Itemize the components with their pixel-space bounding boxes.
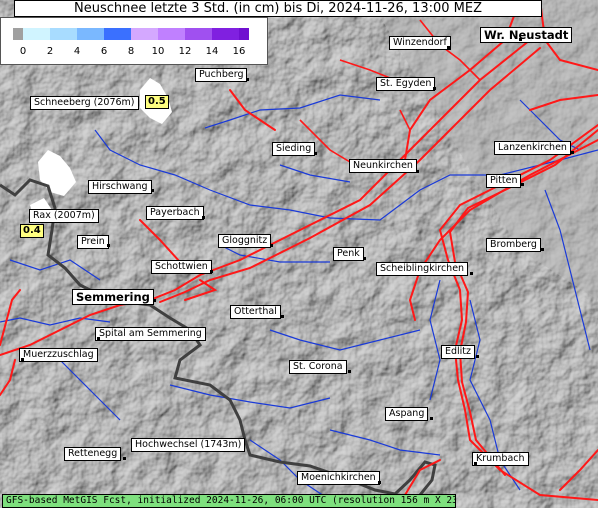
place-label-schottwien: Schottwien: [151, 260, 212, 274]
snowfall-map: Neuschnee letzte 3 Std. (in cm) bis Di, …: [0, 0, 598, 508]
marker-prein: [107, 244, 110, 247]
legend-tick-label: 6: [100, 46, 108, 57]
legend-swatch: [158, 28, 185, 40]
legend-swatch: [77, 28, 104, 40]
snow-value-schneeberg: 0.5: [145, 95, 169, 109]
marker-otterthal: [281, 315, 284, 318]
marker-st-egyden: [433, 87, 436, 90]
model-info-footer: GFS-based MetGIS Fcst, initialized 2024-…: [2, 494, 456, 508]
marker-krumbach: [474, 462, 477, 465]
legend-color-bar: [13, 28, 249, 40]
marker-aspang: [430, 417, 433, 420]
legend-tick-label: 2: [46, 46, 54, 57]
marker-gloggnitz: [270, 244, 273, 247]
place-label-sieding: Sieding: [272, 142, 316, 156]
legend-above-swatch: [239, 28, 249, 40]
place-label-bromberg: Bromberg: [486, 238, 541, 252]
place-label-st-corona: St. Corona: [289, 360, 347, 374]
legend-tick-label: 8: [127, 46, 135, 57]
place-label-aspang: Aspang: [385, 407, 429, 421]
legend-swatch: [212, 28, 239, 40]
marker-pitten: [521, 183, 524, 186]
marker-semmering: [153, 299, 156, 302]
map-title: Neuschnee letzte 3 Std. (in cm) bis Di, …: [14, 0, 542, 17]
marker-moenichkirchen: [378, 481, 381, 484]
place-label-penk: Penk: [333, 247, 364, 261]
legend-swatch: [131, 28, 158, 40]
place-label-otterthal: Otterthal: [230, 305, 281, 319]
legend-tick-label: 0: [19, 46, 27, 57]
place-label-wr-neustadt: Wr. Neustadt: [480, 27, 573, 43]
marker-sieding: [314, 152, 317, 155]
color-legend: 0 2 4 6 8 10 12 14 16: [0, 17, 268, 65]
legend-tick-label: 16: [232, 46, 246, 57]
marker-schottwien: [210, 270, 213, 273]
place-label-krumbach: Krumbach: [472, 452, 529, 466]
marker-edlitz: [476, 355, 479, 358]
marker-muerzzuschlag: [21, 358, 24, 361]
marker-penk: [363, 257, 366, 260]
marker-st-corona: [348, 370, 351, 373]
terrain-layer: [0, 0, 598, 508]
legend-tick-label: 10: [151, 46, 165, 57]
legend-tick-label: 14: [205, 46, 219, 57]
place-label-scheiblingkirchen: Scheiblingkirchen: [376, 262, 469, 276]
marker-hirschwang: [151, 189, 154, 192]
place-label-edlitz: Edlitz: [441, 345, 476, 359]
marker-payerbach: [202, 216, 205, 219]
place-label-muerzzuschlag: Muerzzuschlag: [19, 348, 98, 362]
place-label-pitten: Pitten: [486, 174, 522, 188]
marker-puchberg: [246, 78, 249, 81]
legend-tick-label: 12: [178, 46, 192, 57]
legend-below-swatch: [13, 28, 23, 40]
snow-value-rax: 0.4: [20, 224, 44, 238]
place-label-lanzenkirchen: Lanzenkirchen: [494, 141, 571, 155]
place-label-spital: Spital am Semmering: [95, 327, 206, 341]
legend-swatch: [104, 28, 131, 40]
marker-rettenegg: [123, 457, 126, 460]
place-label-payerbach: Payerbach: [146, 206, 204, 220]
place-label-winzendorf: Winzendorf: [389, 36, 451, 50]
legend-ticks: 0 2 4 6 8 10 12 14 16: [1, 46, 269, 60]
place-label-semmering: Semmering: [72, 289, 154, 305]
place-label-hirschwang: Hirschwang: [88, 180, 152, 194]
marker-bromberg: [541, 248, 544, 251]
marker-spital: [97, 337, 100, 340]
place-label-prein: Prein: [77, 235, 109, 249]
place-label-st-egyden: St. Egyden: [376, 77, 436, 91]
place-label-puchberg: Puchberg: [195, 68, 248, 82]
place-label-schneeberg: Schneeberg (2076m): [30, 96, 139, 110]
place-label-rettenegg: Rettenegg: [64, 447, 122, 461]
marker-winzendorf: [447, 46, 450, 49]
place-label-neunkirchen: Neunkirchen: [349, 159, 417, 173]
place-label-hochwechsel: Hochwechsel (1743m): [131, 438, 246, 452]
place-label-moenichkirchen: Moenichkirchen: [297, 471, 380, 485]
marker-lanzenkirchen: [571, 151, 574, 154]
legend-swatch: [23, 28, 50, 40]
place-label-rax: Rax (2007m): [29, 209, 99, 223]
marker-scheiblingkirchen: [470, 272, 473, 275]
legend-swatch: [185, 28, 212, 40]
place-label-gloggnitz: Gloggnitz: [218, 234, 272, 248]
marker-wr-neustadt: [519, 38, 522, 41]
marker-neunkirchen: [416, 170, 419, 173]
legend-swatch: [50, 28, 77, 40]
legend-tick-label: 4: [73, 46, 81, 57]
